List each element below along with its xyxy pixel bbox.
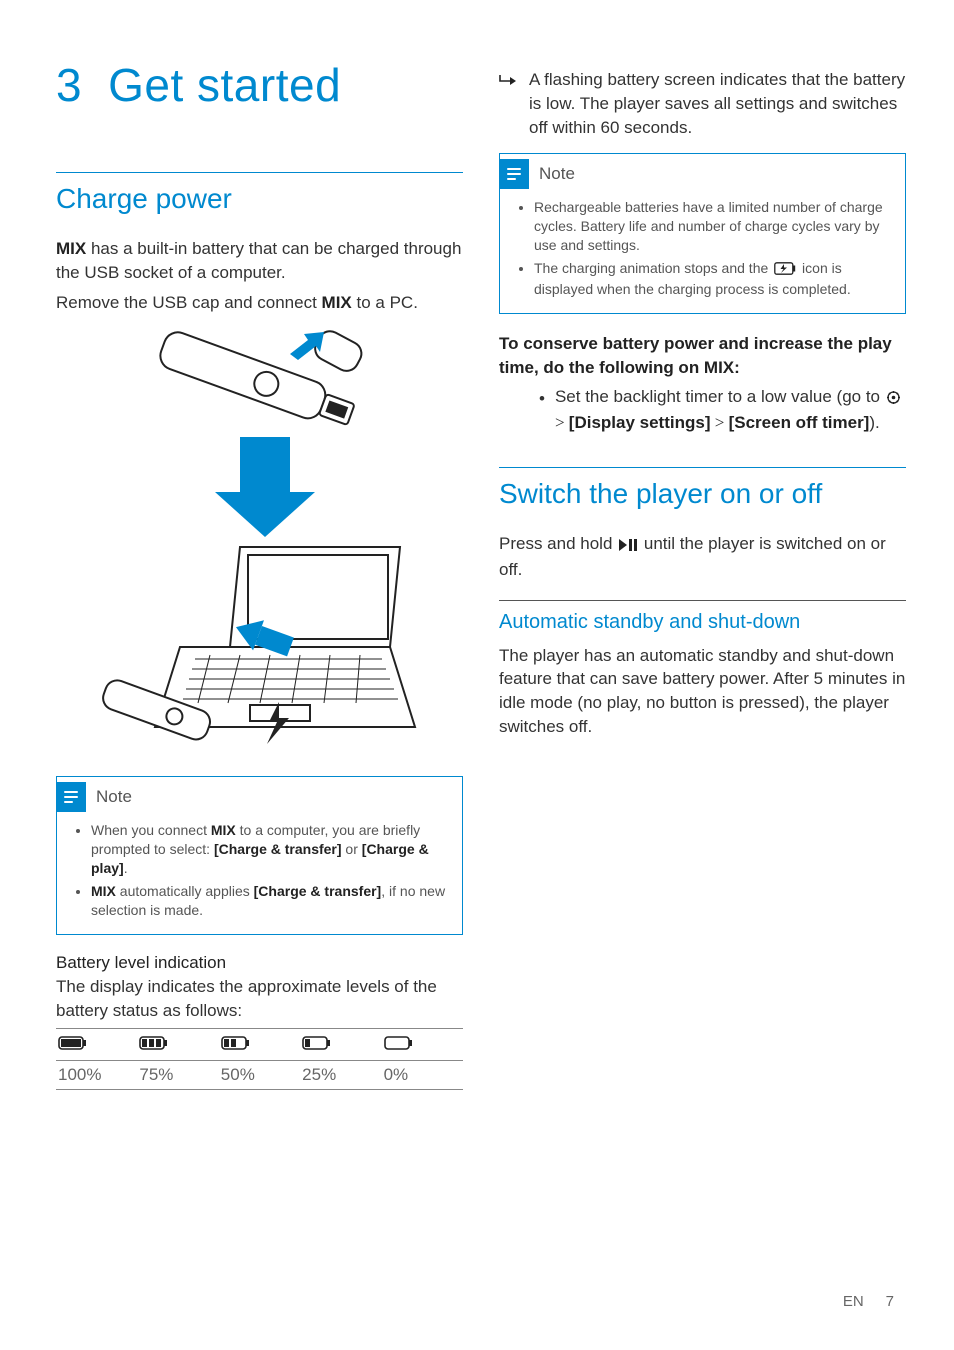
battery-level-table: 100% 75% 50% 25% 0% <box>56 1028 463 1090</box>
note-title: Note <box>96 787 132 807</box>
charge-instruction: Remove the USB cap and connect MIX to a … <box>56 291 463 315</box>
battery-desc: The display indicates the approximate le… <box>56 975 463 1023</box>
settings-gear-icon <box>887 387 900 411</box>
battery-val-50: 50% <box>219 1061 300 1090</box>
chapter-title-text: Get started <box>108 59 341 111</box>
note-box-charge-cycles: Note Rechargeable batteries have a limit… <box>499 153 906 313</box>
note1-item1: When you connect MIX to a computer, you … <box>91 821 450 878</box>
switch-instruction: Press and hold until the player is switc… <box>499 532 906 582</box>
play-pause-icon <box>619 534 637 558</box>
product-name: MIX <box>56 239 86 258</box>
section-charge-power: Charge power <box>56 172 463 215</box>
battery-100-icon <box>58 1035 88 1051</box>
arrow-result-icon <box>499 68 517 139</box>
note2-item1: Rechargeable batteries have a limited nu… <box>534 198 893 255</box>
battery-val-100: 100% <box>56 1061 137 1090</box>
subsection-auto-standby: Automatic standby and shut-down <box>499 611 906 634</box>
illustration-usb-to-pc <box>100 322 420 762</box>
note-icon <box>56 782 86 812</box>
battery-50-icon <box>221 1035 251 1051</box>
footer-lang: EN <box>843 1293 864 1310</box>
charge-intro: MIX has a built-in battery that can be c… <box>56 237 463 285</box>
page-footer: EN 7 <box>843 1293 894 1310</box>
note-icon <box>499 159 529 189</box>
auto-standby-text: The player has an automatic standby and … <box>499 644 906 739</box>
battery-75-icon <box>139 1035 169 1051</box>
battery-val-25: 25% <box>300 1061 381 1090</box>
note-box-connect: Note When you connect MIX to a computer,… <box>56 776 463 934</box>
chapter-number: 3 <box>56 58 82 112</box>
section-switch-on-off: Switch the player on or off <box>499 467 906 510</box>
result-flash-battery: A flashing battery screen indicates that… <box>499 68 906 139</box>
battery-heading: Battery level indication <box>56 953 463 973</box>
result-flash-text: A flashing battery screen indicates that… <box>529 68 906 139</box>
battery-val-0: 0% <box>382 1061 463 1090</box>
conserve-intro: To conserve battery power and increase t… <box>499 332 906 380</box>
chapter-title: 3 Get started <box>56 58 463 112</box>
conserve-bullet-1: • Set the backlight timer to a low value… <box>539 385 906 435</box>
battery-val-75: 75% <box>137 1061 218 1090</box>
battery-0-icon <box>384 1035 414 1051</box>
footer-page: 7 <box>886 1293 894 1310</box>
note-title: Note <box>539 164 575 184</box>
note1-item2: MIX automatically applies [Charge & tran… <box>91 882 450 920</box>
battery-25-icon <box>302 1035 332 1051</box>
note2-item2: The charging animation stops and the ico… <box>534 259 893 299</box>
charge-complete-icon <box>774 261 796 280</box>
